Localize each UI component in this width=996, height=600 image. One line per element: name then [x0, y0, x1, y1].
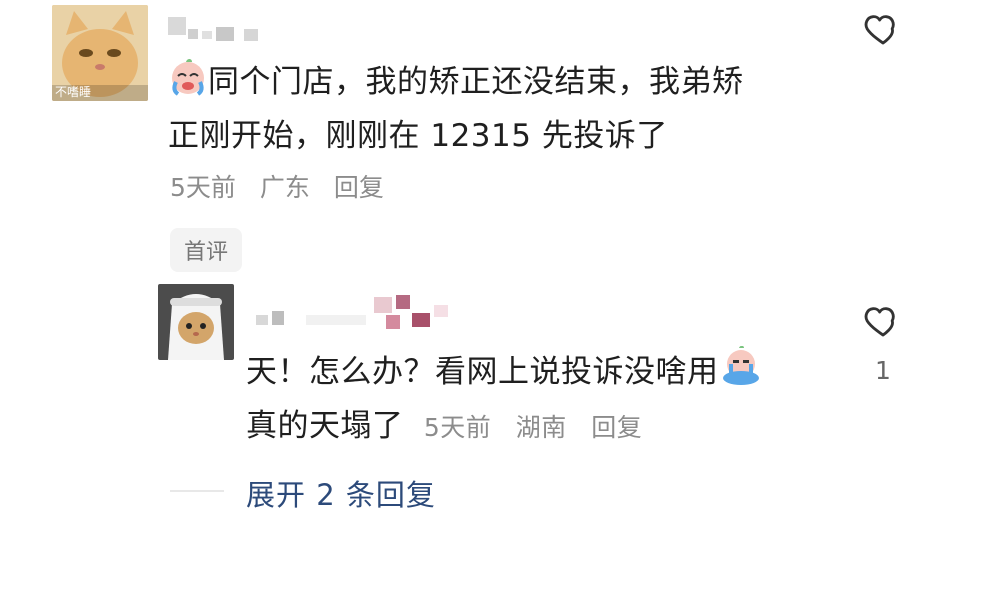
reply-location: 湖南 — [515, 413, 567, 442]
comment-text-line1: 同个门店，我的矫正还没结束，我弟矫 — [208, 64, 744, 100]
username-blurred[interactable] — [168, 15, 268, 43]
reply-text: 天！怎么办？看网上说投诉没啥用 真的天塌了 5天前 湖南 回复 — [246, 345, 846, 453]
reply-line-1: 天！怎么办？看网上说投诉没啥用 — [246, 345, 846, 401]
avatar[interactable]: 不嗜睡 — [52, 5, 148, 101]
expand-replies-button[interactable]: 展开 2 条回复 — [246, 472, 436, 514]
crying-emoji-icon — [168, 56, 208, 111]
comment-location: 广东 — [259, 173, 310, 202]
crying-emoji-icon — [719, 345, 763, 401]
reply-username-blurred[interactable] — [246, 295, 456, 331]
comment-meta: 5天前 广东 回复 — [170, 168, 400, 204]
comment-time: 5天前 — [170, 173, 236, 202]
avatar-caption: 不嗜睡 — [55, 85, 92, 99]
reply-text-line2: 真的天塌了 — [246, 408, 404, 444]
reply-time: 5天前 — [423, 413, 492, 442]
expand-divider — [170, 490, 224, 492]
reply-like-button[interactable] — [862, 300, 904, 340]
comment-line-1: 同个门店，我的矫正还没结束，我弟矫 — [168, 56, 828, 111]
like-button[interactable] — [862, 8, 904, 48]
reply-text-line1: 天！怎么办？看网上说投诉没啥用 — [246, 354, 719, 390]
like-count: 1 — [875, 356, 891, 385]
first-comment-badge: 首评 — [170, 228, 243, 272]
cat-avatar-image — [158, 284, 234, 360]
heart-icon — [864, 15, 895, 45]
reply-button[interactable]: 回复 — [334, 173, 384, 202]
reply-button[interactable]: 回复 — [591, 413, 642, 442]
heart-icon — [864, 307, 895, 337]
comment-text-line2: 正刚开始，刚刚在 12315 先投诉了 — [168, 118, 668, 154]
comment-text: 同个门店，我的矫正还没结束，我弟矫 正刚开始，刚刚在 12315 先投诉了 — [168, 56, 828, 161]
reply-avatar[interactable] — [158, 284, 234, 360]
reply-line-2: 真的天塌了 5天前 湖南 回复 — [246, 401, 846, 453]
reply-meta: 5天前 湖南 回复 — [424, 413, 658, 442]
